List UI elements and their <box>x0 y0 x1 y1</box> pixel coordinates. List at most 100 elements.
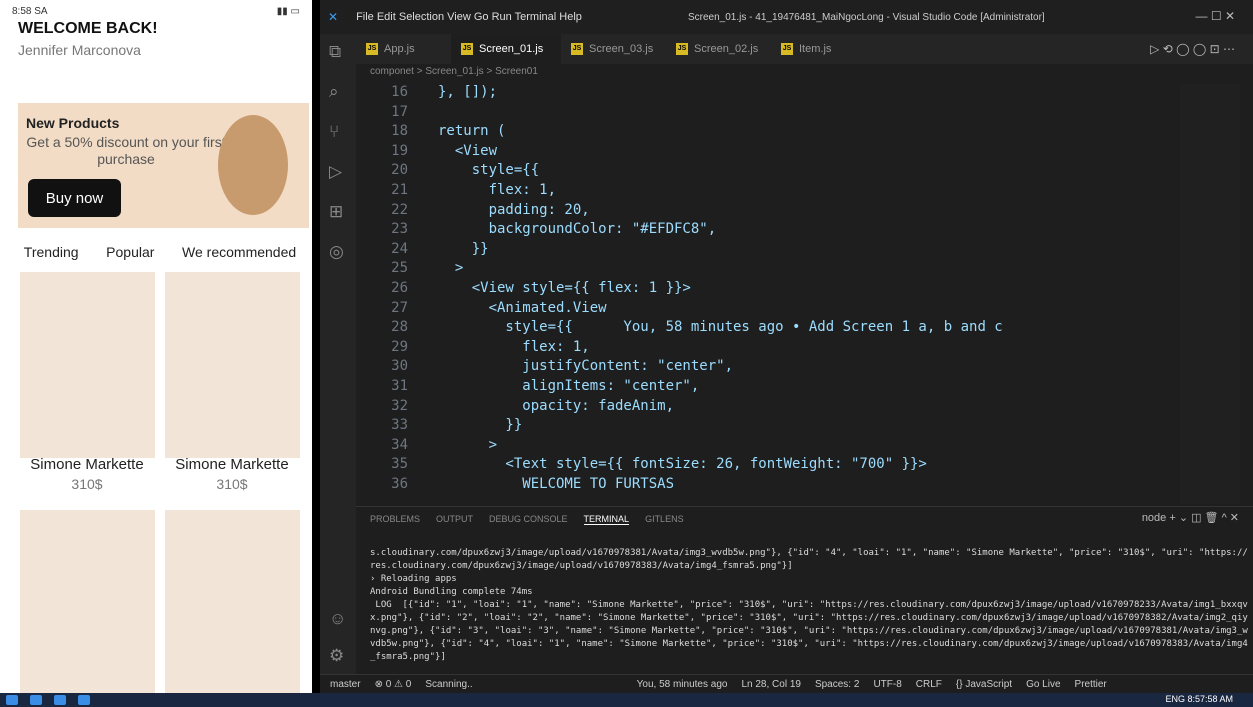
run-icon[interactable]: ▷ ⟲ ◯ ◯ ⊡ ⋯ <box>1150 42 1235 56</box>
line-number: 31 <box>391 378 408 394</box>
code-line: flex: 1, <box>438 182 557 198</box>
battery-icon: ▮▮ ▭ <box>276 5 300 17</box>
code-line: }} <box>438 417 523 434</box>
run-debug-icon[interactable]: ▷ <box>329 162 342 182</box>
model-image <box>218 115 288 215</box>
branch-status[interactable]: master <box>330 679 361 690</box>
tab-terminal[interactable]: TERMINAL <box>583 514 630 525</box>
tab-screen01-js[interactable]: JS Screen_01.js <box>451 34 561 64</box>
tab-label: Screen_02.js <box>694 43 759 55</box>
line-number: 24 <box>391 240 408 257</box>
tab-debug-console[interactable]: DEBUG CONSOLE <box>489 514 568 525</box>
windows-start-icon[interactable] <box>6 695 18 705</box>
indent-status[interactable]: Spaces: 2 <box>815 679 859 690</box>
activity-bar: ⧉ ⌕ ⑂ ▷ ⊞ ◎ ☺ ⚙ <box>320 34 356 674</box>
product-price: 310$ <box>71 476 103 492</box>
tab-app-js[interactable]: JS App.js <box>356 34 451 64</box>
tab-label: App.js <box>384 43 415 55</box>
line-number: 30 <box>391 358 408 375</box>
remote-icon[interactable]: ◎ <box>329 242 344 262</box>
language-status[interactable]: {} JavaScript <box>956 679 1012 690</box>
blame-status[interactable]: You, 58 minutes ago <box>637 679 728 690</box>
product-image[interactable] <box>165 510 300 693</box>
promo-desc: Get a 50% discount on your first purchas… <box>26 134 226 167</box>
line-number: 26 <box>391 280 408 296</box>
code-line: style={{ <box>438 162 540 179</box>
user-name: Jennifer Marconova <box>18 42 141 58</box>
js-icon: JS <box>676 43 688 55</box>
buy-now-button[interactable]: Buy now <box>28 179 121 217</box>
chrome-icon[interactable] <box>54 695 66 705</box>
line-number: 36 <box>391 476 408 492</box>
explorer-icon[interactable]: ⧉ <box>329 42 341 62</box>
breadcrumb[interactable]: componet > Screen_01.js > Screen01 <box>370 66 538 77</box>
window-title: Screen_01.js - 41_19476481_MaiNgocLong -… <box>688 12 1045 23</box>
window-controls[interactable]: — ☐ ✕ <box>1196 9 1235 23</box>
line-number: 34 <box>391 436 408 453</box>
terminal-output[interactable]: s.cloudinary.com/dpux6zwj3/image/upload/… <box>370 547 1250 664</box>
cursor-position[interactable]: Ln 28, Col 19 <box>741 679 801 690</box>
terminal-panel: PROBLEMS OUTPUT DEBUG CONSOLE TERMINAL G… <box>356 506 1253 674</box>
code-line: <Text style={{ fontSize: 26, fontWeight:… <box>438 456 927 473</box>
js-icon: JS <box>571 43 583 55</box>
code-line: opacity: fadeAnim, <box>438 397 675 414</box>
line-number: 21 <box>391 182 408 198</box>
search-icon[interactable]: ⌕ <box>329 82 339 102</box>
category-tabs: Trending Popular We recommended <box>10 244 310 260</box>
problems-status[interactable]: ⊗ 0 ⚠ 0 <box>375 679 412 690</box>
gear-icon[interactable]: ⚙ <box>329 646 344 666</box>
js-icon: JS <box>781 43 793 55</box>
tab-trending[interactable]: Trending <box>24 244 79 260</box>
panel-tabs: PROBLEMS OUTPUT DEBUG CONSOLE TERMINAL G… <box>370 514 684 525</box>
go-live-button[interactable]: Go Live <box>1026 679 1060 690</box>
editor-tabs: JS App.js JS Screen_01.js JS Screen_03.js J… <box>356 34 1253 64</box>
code-line: }} <box>438 240 489 257</box>
minimap[interactable] <box>1180 84 1240 504</box>
code-line: style={{ You, 58 minutes ago • Add Scree… <box>438 319 1003 336</box>
search-icon[interactable] <box>30 695 42 705</box>
product-image[interactable] <box>165 272 300 458</box>
tab-item-js[interactable]: JS Item.js <box>771 34 861 64</box>
line-number: 32 <box>391 397 408 414</box>
terminal-actions[interactable]: node + ⌄ ◫ 🗑 ^ ✕ <box>1142 511 1239 524</box>
taskbar: ENG 8:57:58 AM <box>0 693 1253 707</box>
product-image[interactable] <box>20 510 155 693</box>
title-bar: ✕ File Edit Selection View Go Run Termin… <box>320 0 1253 34</box>
product-image[interactable] <box>20 272 155 458</box>
eol-status[interactable]: CRLF <box>916 679 942 690</box>
vscode-icon[interactable] <box>78 695 90 705</box>
welcome-title: WELCOME BACK! <box>18 20 158 37</box>
tab-problems[interactable]: PROBLEMS <box>370 514 420 525</box>
extensions-icon[interactable]: ⊞ <box>329 202 343 222</box>
line-number: 29 <box>391 338 408 355</box>
code-line: <View style={{ flex: 1 }}> <box>438 280 691 296</box>
line-number: 25 <box>391 260 408 277</box>
system-tray[interactable]: ENG 8:57:58 AM <box>1165 694 1233 704</box>
code-editor[interactable]: 16}, []); 17 18 return (19 <View 20 style={{… <box>356 84 1168 504</box>
account-icon[interactable]: ☺ <box>329 609 346 629</box>
tab-recommended[interactable]: We recommended <box>182 244 296 260</box>
promo-title: New Products <box>26 115 120 131</box>
code-line: <View <box>438 142 498 159</box>
menu-bar[interactable]: File Edit Selection View Go Run Terminal… <box>356 11 582 23</box>
vscode-logo-icon: ✕ <box>328 10 339 24</box>
tab-output[interactable]: OUTPUT <box>436 514 473 525</box>
status-bar: master ⊗ 0 ⚠ 0 Scanning.. You, 58 minute… <box>320 674 1253 693</box>
tab-popular[interactable]: Popular <box>106 244 154 260</box>
line-number: 28 <box>391 319 408 336</box>
tab-screen03-js[interactable]: JS Screen_03.js <box>561 34 666 64</box>
product-name: Simone Markette <box>30 456 144 473</box>
code-line: > <box>438 436 498 453</box>
product-price: 310$ <box>216 476 248 492</box>
code-line: > <box>438 260 464 277</box>
tab-gitlens[interactable]: GITLENS <box>645 514 684 525</box>
code-line: WELCOME TO FURTSAS <box>438 476 675 492</box>
prettier-status[interactable]: Prettier <box>1075 679 1107 690</box>
tab-screen02-js[interactable]: JS Screen_02.js <box>666 34 771 64</box>
source-control-icon[interactable]: ⑂ <box>329 122 339 142</box>
encoding-status[interactable]: UTF-8 <box>873 679 901 690</box>
line-number: 33 <box>391 417 408 434</box>
tab-label: Screen_01.js <box>479 43 544 55</box>
js-icon: JS <box>461 43 473 55</box>
code-line: <Animated.View <box>438 299 607 316</box>
